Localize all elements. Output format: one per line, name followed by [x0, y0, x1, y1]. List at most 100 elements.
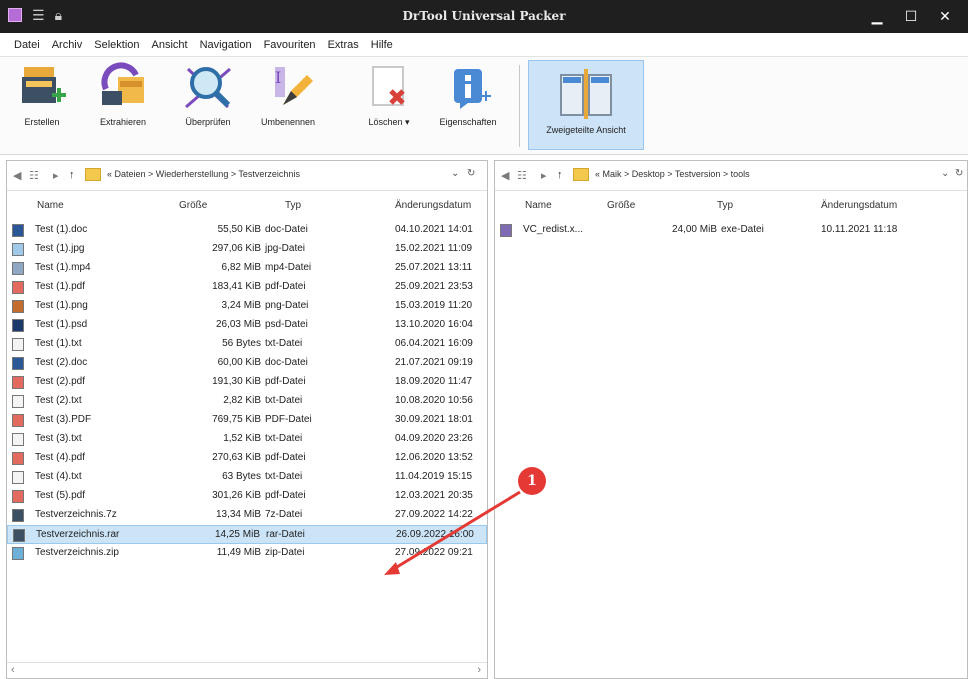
psd-file-icon: [12, 319, 24, 332]
file-row[interactable]: Test (5).pdf 301,26 KiB pdf-Datei 12.03.202…: [7, 487, 487, 506]
minimize-button[interactable]: ▁: [860, 4, 894, 28]
menu-hilfe[interactable]: Hilfe: [365, 39, 399, 51]
text-file-icon: [12, 471, 24, 484]
video-file-icon: [12, 262, 24, 275]
file-row[interactable]: Test (1).psd 26,03 MiB psd-Datei 13.10.2020…: [7, 316, 487, 335]
create-archive-icon: [22, 67, 66, 103]
extract-icon: [101, 62, 144, 105]
pdf-file-icon: [12, 376, 24, 389]
rename-button[interactable]: I Umbenennen: [258, 61, 318, 127]
file-row[interactable]: Test (1).doc 55,50 KiB doc-Datei 04.10.2021…: [7, 221, 487, 240]
up-arrow-icon[interactable]: ↑: [69, 169, 75, 181]
delete-button[interactable]: Löschen ▾: [356, 61, 422, 128]
text-file-icon: [12, 338, 24, 351]
extract-button[interactable]: Extrahieren: [90, 61, 156, 127]
col-size[interactable]: Größe: [179, 200, 207, 211]
forward-arrow-icon[interactable]: ▸: [53, 169, 59, 182]
scroll-right-icon[interactable]: ›: [477, 664, 481, 676]
file-row[interactable]: Test (1).txt 56 Bytes txt-Datei 06.04.2021 …: [7, 335, 487, 354]
refresh-icon[interactable]: ↻: [467, 168, 475, 179]
view-mode-icon[interactable]: ☷: [517, 169, 527, 182]
svg-text:I: I: [275, 68, 281, 87]
menu-bar: Datei Archiv Selektion Ansicht Navigatio…: [0, 33, 968, 57]
file-row[interactable]: Test (3).PDF 769,75 KiB PDF-Datei 30.09.202…: [7, 411, 487, 430]
right-file-pane: ◀ ☷ ▸ ↑ « Maik > Desktop > Testversion >…: [494, 160, 968, 679]
create-button[interactable]: Erstellen: [12, 61, 72, 127]
file-row[interactable]: Test (4).pdf 270,63 KiB pdf-Datei 12.06.202…: [7, 449, 487, 468]
file-row[interactable]: Testverzeichnis.7z 13,34 MiB 7z-Datei 27.09…: [7, 506, 487, 525]
split-view-button[interactable]: Zweigeteilte Ansicht: [528, 60, 644, 150]
horizontal-scrollbar[interactable]: ‹ ›: [7, 662, 487, 678]
forward-arrow-icon[interactable]: ▸: [541, 169, 547, 182]
menu-ansicht[interactable]: Ansicht: [146, 39, 194, 51]
file-row[interactable]: Test (1).pdf 183,41 KiB pdf-Datei 25.09.202…: [7, 278, 487, 297]
col-type[interactable]: Typ: [717, 200, 733, 211]
left-breadcrumb[interactable]: « Dateien > Wiederherstellung > Testverz…: [107, 169, 300, 179]
doc-file-icon: [12, 224, 24, 237]
delete-icon: [372, 66, 405, 106]
col-date[interactable]: Änderungsdatum: [821, 200, 897, 211]
file-row[interactable]: Test (2).doc 60,00 KiB doc-Datei 21.07.2021…: [7, 354, 487, 373]
pdf-file-icon: [12, 281, 24, 294]
left-address-bar: ◀ ☷ ▸ ↑ « Dateien > Wiederherstellung > …: [7, 161, 487, 191]
file-row[interactable]: Test (2).pdf 191,30 KiB pdf-Datei 18.09.202…: [7, 373, 487, 392]
window-controls: ▁ ☐ ✕: [860, 4, 962, 28]
file-row[interactable]: VC_redist.x... 24,00 MiB exe-Datei 10.11.20…: [495, 221, 967, 240]
rename-pencil-icon: I: [275, 67, 313, 105]
pdf-file-icon: [12, 452, 24, 465]
file-row[interactable]: Test (1).mp4 6,82 MiB mp4-Datei 25.07.2021 …: [7, 259, 487, 278]
menu-datei[interactable]: Datei: [8, 39, 46, 51]
info-icon: [454, 69, 491, 109]
file-row[interactable]: Test (1).jpg 297,06 KiB jpg-Datei 15.02.202…: [7, 240, 487, 259]
col-type[interactable]: Typ: [285, 200, 301, 211]
folder-icon: [85, 168, 101, 181]
image-file-icon: [12, 300, 24, 313]
col-date[interactable]: Änderungsdatum: [395, 200, 471, 211]
view-mode-icon[interactable]: ☷: [29, 169, 39, 182]
back-arrow-icon[interactable]: ◀: [13, 169, 21, 182]
file-row[interactable]: Test (4).txt 63 Bytes txt-Datei 11.04.2019 …: [7, 468, 487, 487]
chevron-down-icon[interactable]: ▾: [405, 117, 410, 127]
maximize-button[interactable]: ☐: [894, 4, 928, 28]
col-name[interactable]: Name: [525, 200, 552, 211]
col-size[interactable]: Größe: [607, 200, 635, 211]
back-arrow-icon[interactable]: ◀: [501, 169, 509, 182]
close-button[interactable]: ✕: [928, 4, 962, 28]
left-file-pane: ◀ ☷ ▸ ↑ « Dateien > Wiederherstellung > …: [6, 160, 488, 679]
pdf-file-icon: [12, 490, 24, 503]
verify-button[interactable]: Überprüfen: [180, 61, 236, 127]
text-file-icon: [12, 433, 24, 446]
properties-button[interactable]: Eigenschaften: [430, 61, 506, 127]
menu-selektion[interactable]: Selektion: [88, 39, 145, 51]
file-row-selected[interactable]: Testverzeichnis.rar 14,25 MiB rar-Datei 26.…: [7, 525, 487, 544]
file-row[interactable]: Test (3).txt 1,52 KiB txt-Datei 04.09.2020 …: [7, 430, 487, 449]
scroll-left-icon[interactable]: ‹: [11, 664, 15, 676]
folder-icon: [573, 168, 589, 181]
right-address-bar: ◀ ☷ ▸ ↑ « Maik > Desktop > Testversion >…: [495, 161, 967, 191]
zip-file-icon: [12, 547, 24, 560]
ribbon-divider: [519, 65, 520, 147]
menu-archiv[interactable]: Archiv: [46, 39, 89, 51]
breadcrumb-dropdown-icon[interactable]: ⌄: [451, 168, 459, 179]
title-bar: ☰ 🔒︎ DrTool Universal Packer ▁ ☐ ✕: [0, 0, 968, 33]
exe-file-icon: [500, 224, 512, 237]
doc-file-icon: [12, 357, 24, 370]
col-name[interactable]: Name: [37, 200, 64, 211]
file-row[interactable]: Test (1).png 3,24 MiB png-Datei 15.03.2019 …: [7, 297, 487, 316]
right-breadcrumb[interactable]: « Maik > Desktop > Testversion > tools: [595, 169, 750, 179]
menu-extras[interactable]: Extras: [322, 39, 365, 51]
menu-navigation[interactable]: Navigation: [194, 39, 258, 51]
magnifier-icon: [185, 67, 231, 109]
file-row[interactable]: Test (2).txt 2,82 KiB txt-Datei 10.08.2020 …: [7, 392, 487, 411]
refresh-icon[interactable]: ↻: [955, 168, 963, 179]
text-file-icon: [12, 395, 24, 408]
annotation-badge: 1: [518, 467, 546, 495]
pdf-file-icon: [12, 414, 24, 427]
archive-file-icon: [12, 509, 24, 522]
breadcrumb-dropdown-icon[interactable]: ⌄: [941, 168, 949, 179]
file-row[interactable]: Testverzeichnis.zip 11,49 MiB zip-Datei 27.…: [7, 544, 487, 563]
menu-favouriten[interactable]: Favouriten: [258, 39, 322, 51]
split-view-icon: [560, 69, 612, 119]
archive-file-icon: [13, 529, 25, 542]
up-arrow-icon[interactable]: ↑: [557, 169, 563, 181]
